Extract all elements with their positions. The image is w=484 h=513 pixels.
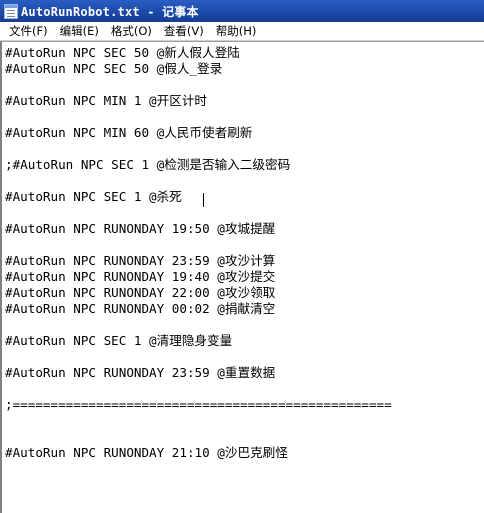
text-line[interactable]: #AutoRun NPC MIN 1 @开区计时 [5, 93, 207, 109]
notepad-icon[interactable] [4, 3, 18, 19]
text-line[interactable]: #AutoRun NPC RUNONDAY 19:40 @攻沙提交 [5, 269, 275, 285]
text-caret [203, 193, 204, 207]
text-line[interactable]: #AutoRun NPC RUNONDAY 19:50 @攻城提醒 [5, 221, 275, 237]
text-line[interactable]: #AutoRun NPC RUNONDAY 23:59 @攻沙计算 [5, 253, 275, 269]
menu-help[interactable]: 帮助(H) [210, 23, 263, 40]
title-bar[interactable]: AutoRunRobot.txt - 记事本 [0, 0, 484, 22]
text-line[interactable]: #AutoRun NPC SEC 50 @新人假人登陆 [5, 45, 240, 61]
text-line[interactable]: #AutoRun NPC RUNONDAY 00:02 @捐献清空 [5, 301, 275, 317]
text-line[interactable]: #AutoRun NPC SEC 50 @假人_登录 [5, 61, 222, 77]
menu-view[interactable]: 查看(V) [158, 23, 210, 40]
text-line[interactable]: ;#AutoRun NPC SEC 1 @检测是否输入二级密码 [5, 157, 290, 173]
text-line[interactable]: ;=======================================… [5, 397, 392, 413]
menu-edit[interactable]: 编辑(E) [54, 23, 105, 40]
text-line[interactable]: #AutoRun NPC RUNONDAY 22:00 @攻沙领取 [5, 285, 275, 301]
text-line[interactable]: #AutoRun NPC SEC 1 @清理隐身变量 [5, 333, 232, 349]
window-title: AutoRunRobot.txt - 记事本 [21, 4, 199, 19]
menu-file[interactable]: 文件(F) [3, 23, 54, 40]
text-line[interactable]: #AutoRun NPC SEC 1 @杀死 [5, 189, 182, 205]
menu-bar: 文件(F) 编辑(E) 格式(O) 查看(V) 帮助(H) [0, 22, 484, 41]
text-editor[interactable]: #AutoRun NPC SEC 50 @新人假人登陆 #AutoRun NPC… [0, 41, 484, 513]
text-line[interactable]: #AutoRun NPC MIN 60 @人民币使者刷新 [5, 125, 252, 141]
text-line[interactable]: #AutoRun NPC RUNONDAY 23:59 @重置数据 [5, 365, 275, 381]
text-line[interactable]: #AutoRun NPC RUNONDAY 21:10 @沙巴克刷怪 [5, 445, 288, 461]
menu-format[interactable]: 格式(O) [105, 23, 158, 40]
